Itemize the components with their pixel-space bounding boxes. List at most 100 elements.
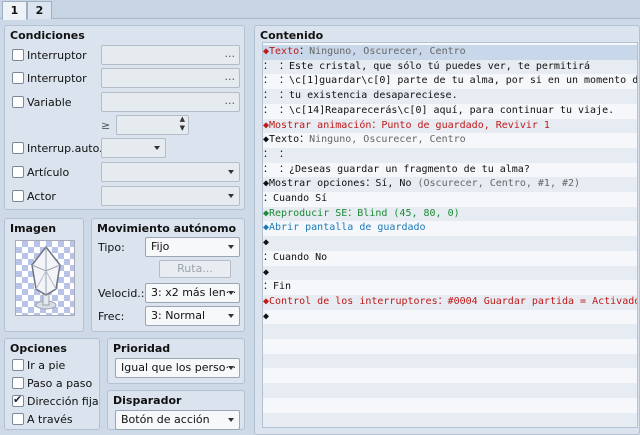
chevron-down-icon (228, 366, 234, 370)
item-label: Artículo (27, 166, 70, 179)
event-command-list[interactable]: ◆Texto：Ninguno, Oscurecer, Centro ： ：Est… (262, 42, 638, 428)
command-text: ： ： (263, 148, 290, 160)
tab-page-2[interactable]: 2 (27, 1, 52, 19)
movement-freq-select[interactable]: 3: Normal (145, 306, 240, 326)
command-row[interactable] (263, 353, 637, 369)
image-title: Imagen (10, 222, 57, 235)
command-text: ：Cuando No (263, 251, 328, 263)
item-select[interactable] (101, 162, 240, 182)
command-row[interactable]: ◆Reproducir SE：Blind (45, 80, 0) (263, 206, 637, 222)
command-text: ： ：tu existencia desapareciese. (263, 90, 458, 102)
event-image[interactable] (15, 240, 75, 316)
item-checkbox[interactable] (12, 166, 24, 178)
ge-symbol: ≥ (101, 119, 111, 132)
chevron-down-icon (228, 170, 234, 174)
command-text: ： ：\c[1]guardar\c[0] parte de tu alma, p… (263, 75, 638, 87)
switch2-checkbox[interactable] (12, 72, 24, 84)
movement-type-value: Fijo (151, 240, 170, 253)
stepper-down-icon[interactable]: ▼ (180, 124, 185, 132)
priority-value: Igual que los perso··· (121, 361, 236, 374)
command-row[interactable] (263, 412, 637, 427)
command-row[interactable]: ： ：Este cristal, que sólo tú puedes ver,… (263, 59, 637, 75)
command-text: ◆Texto (263, 46, 300, 57)
actor-checkbox[interactable] (12, 190, 24, 202)
variable-ellipsis: ... (224, 94, 236, 107)
movement-freq-value: 3: Normal (151, 309, 206, 322)
movement-title: Movimiento autónomo (97, 222, 237, 235)
selfswitch-label: Interrup.auto. (27, 142, 103, 155)
command-row[interactable]: ：Cuando No (263, 251, 637, 266)
command-row[interactable] (263, 324, 637, 339)
command-text: ： ：Este cristal, que sólo tú puedes ver,… (263, 60, 591, 72)
command-row[interactable]: ◆Control de los interruptores：#0004 Guar… (263, 294, 638, 310)
walking-label: Ir a pie (27, 359, 66, 372)
chevron-down-icon (228, 194, 234, 198)
variable-value-stepper[interactable]: ▲ ▼ (116, 115, 189, 135)
stepping-checkbox[interactable] (12, 377, 24, 389)
priority-select[interactable]: Igual que los perso··· (115, 358, 240, 378)
crystal-icon (31, 245, 61, 310)
command-text: ◆ (263, 266, 270, 278)
stepping-label: Paso a paso (27, 377, 93, 390)
command-text: (Oscurecer, Centro, #1, #2) (417, 178, 581, 190)
command-row[interactable]: ： ：\c[14]Reaparecerás\c[0] aquí, para co… (263, 104, 637, 119)
command-text: ◆Mostrar animación：Punto de guardado, Re… (263, 119, 550, 131)
command-row[interactable] (263, 383, 637, 398)
switch2-field[interactable]: ... (101, 68, 240, 88)
selfswitch-checkbox[interactable] (12, 142, 24, 154)
actor-select[interactable] (101, 186, 240, 206)
command-row[interactable]: ： ：¿Deseas guardar un fragmento de tu al… (263, 163, 637, 178)
options-panel: Opciones Ir a pie Paso a paso Dirección … (4, 338, 100, 430)
switch1-field[interactable]: ... (101, 45, 240, 65)
direction-fix-checkbox[interactable] (12, 393, 24, 407)
command-row[interactable] (263, 398, 637, 413)
switch2-label: Interruptor (27, 72, 87, 85)
selfswitch-select[interactable] (101, 138, 166, 158)
variable-field[interactable]: ... (101, 92, 240, 112)
command-row[interactable]: ： ：\c[1]guardar\c[0] parte de tu alma, p… (263, 74, 638, 89)
through-checkbox[interactable] (12, 413, 24, 425)
priority-title: Prioridad (113, 342, 171, 355)
movement-speed-select[interactable]: 3: x2 más len··· (145, 283, 240, 303)
command-row[interactable] (263, 339, 637, 354)
command-text: ： (299, 46, 310, 57)
command-row[interactable]: ： ： (263, 147, 637, 163)
command-row[interactable]: ◆ (263, 236, 637, 251)
command-row[interactable]: ◆ (263, 265, 637, 281)
command-row[interactable]: ◆Mostrar opciones：Sí, No (Oscurecer, Cen… (263, 177, 637, 192)
command-text: ◆Texto (263, 134, 300, 146)
command-text: ◆Reproducir SE：Blind (45, 80, 0) (263, 207, 460, 219)
command-text: Ninguno, Oscurecer, Centro (309, 46, 466, 57)
chevron-down-icon (228, 291, 234, 295)
actor-label: Actor (27, 190, 56, 203)
command-row[interactable]: ◆Abrir pantalla de guardado (263, 221, 637, 236)
switch1-checkbox[interactable] (12, 49, 24, 61)
command-row[interactable]: ◆Texto：Ninguno, Oscurecer, Centro (263, 45, 637, 60)
command-row[interactable]: ：Cuando Sí (263, 192, 637, 207)
command-row[interactable]: ◆Mostrar animación：Punto de guardado, Re… (263, 118, 637, 134)
chevron-down-icon (154, 146, 160, 150)
command-row[interactable]: ◆Texto：Ninguno, Oscurecer, Centro (263, 133, 637, 148)
command-text: ： ：\c[14]Reaparecerás\c[0] aquí, para co… (263, 104, 615, 116)
trigger-title: Disparador (113, 394, 182, 407)
tab-page-1[interactable]: 1 (2, 1, 27, 20)
route-button[interactable]: Ruta... (159, 260, 231, 278)
stepper-up-icon[interactable]: ▲ (180, 115, 185, 123)
command-row[interactable]: ： ：tu existencia desapareciese. (263, 89, 637, 104)
switch1-ellipsis: ... (224, 47, 236, 60)
conditions-panel: Condiciones Interruptor ... Interruptor … (4, 25, 245, 210)
command-text: ◆Mostrar opciones：Sí, No (263, 178, 418, 190)
trigger-value: Botón de acción (121, 413, 210, 426)
command-row[interactable]: ◆ (263, 310, 637, 325)
command-row[interactable]: ：Fin (263, 280, 637, 295)
command-text: ◆Control de los interruptores：#0004 Guar… (263, 295, 638, 307)
variable-checkbox[interactable] (12, 96, 24, 108)
movement-type-select[interactable]: Fijo (145, 237, 240, 257)
options-title: Opciones (10, 342, 67, 355)
trigger-panel: Disparador Botón de acción (107, 390, 245, 430)
trigger-select[interactable]: Botón de acción (115, 410, 240, 430)
command-row[interactable] (263, 368, 637, 383)
walking-checkbox[interactable] (12, 359, 24, 371)
contents-title: Contenido (260, 29, 324, 42)
command-text: ：Fin (263, 281, 292, 293)
